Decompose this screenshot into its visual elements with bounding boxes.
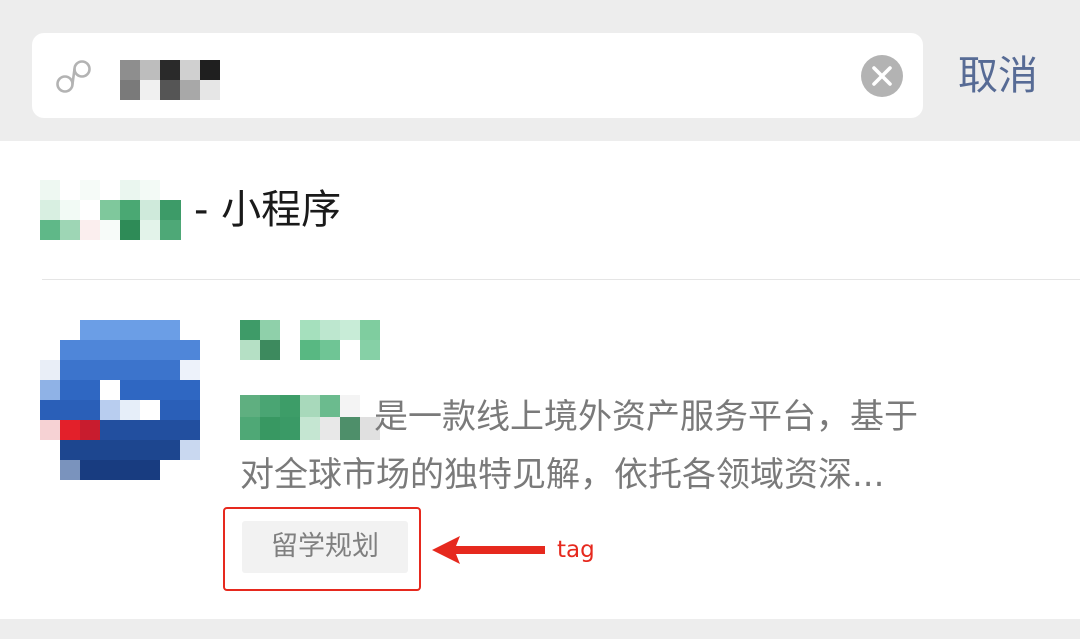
search-query-redacted	[120, 60, 220, 100]
annotation-arrow-icon	[432, 536, 545, 564]
annotation-highlight-box	[223, 507, 421, 591]
section-name-redacted	[40, 180, 181, 240]
clear-circle-icon[interactable]	[860, 54, 904, 98]
cancel-button[interactable]: 取消	[958, 52, 1038, 100]
section-title: - 小程序	[194, 187, 342, 233]
result-name-redacted	[240, 320, 380, 360]
app-avatar	[40, 320, 200, 480]
miniprogram-link-icon	[56, 60, 91, 93]
annotation-label: tag	[557, 537, 595, 563]
result-description: 是一款线上境外资产服务平台，基于 对全球市场的独特见解，依托各领域资深...	[240, 397, 918, 495]
